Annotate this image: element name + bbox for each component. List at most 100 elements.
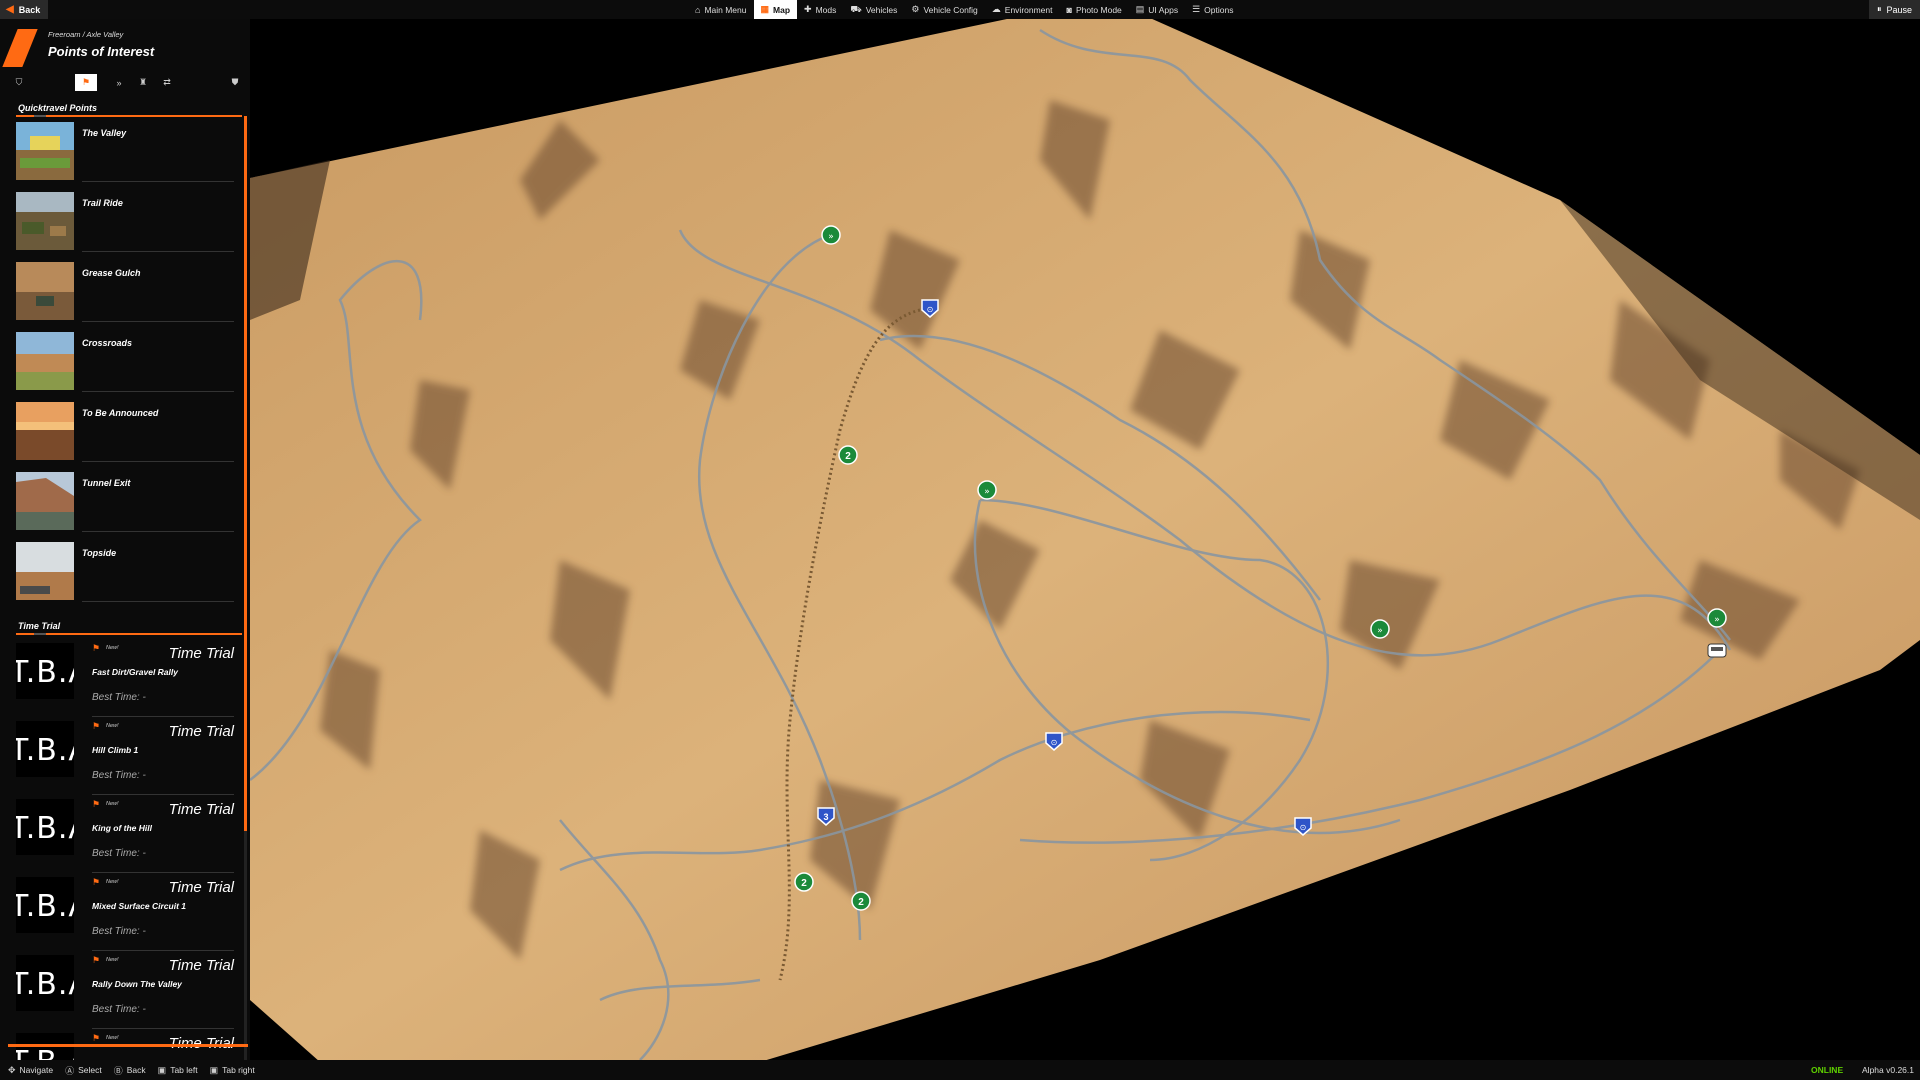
- tab-flag[interactable]: ⚑: [75, 74, 97, 91]
- menu-map[interactable]: ▦ Map: [753, 0, 798, 19]
- quicktravel-marker[interactable]: »: [821, 225, 841, 245]
- new-badge: New!: [106, 957, 119, 963]
- bumper-left-icon: ▣: [157, 1064, 167, 1075]
- quicktravel-item[interactable]: Tunnel Exit: [16, 472, 242, 538]
- event-name: Rally Down The Valley: [92, 979, 182, 989]
- menu-photo-mode[interactable]: ◙ Photo Mode: [1060, 0, 1129, 19]
- quicktravel-marker[interactable]: »: [1707, 608, 1727, 628]
- svg-text:3: 3: [823, 812, 828, 822]
- menu-ui-apps[interactable]: ▤ UI Apps: [1129, 0, 1185, 19]
- hint-select[interactable]: Ⓐ Select: [65, 1060, 102, 1080]
- arrow-left-icon: ◀: [6, 4, 14, 15]
- time-trial-item[interactable]: T.B.A ⚑ New! Time Trial Fast Dirt/Gravel…: [16, 639, 242, 717]
- quicktravel-thumbnail: [16, 542, 74, 600]
- item-divider: [82, 391, 234, 392]
- section-title-time-trial: Time Trial: [18, 621, 61, 631]
- apps-icon: ▤: [1135, 4, 1145, 14]
- svg-text:⊙: ⊙: [927, 305, 934, 314]
- pause-button[interactable]: ⏸ Pause: [1868, 0, 1920, 19]
- best-time: Best Time: -: [92, 770, 146, 781]
- tab-trophy[interactable]: ♜: [132, 74, 154, 91]
- item-divider: [82, 251, 234, 252]
- flag-icon: ⚑: [92, 799, 101, 809]
- poi-list[interactable]: Quicktravel Points The Valley Trail Ride…: [8, 97, 248, 1060]
- quicktravel-item[interactable]: Trail Ride: [16, 192, 242, 258]
- quicktravel-item[interactable]: Topside: [16, 542, 242, 608]
- svg-text:»: »: [1714, 615, 1720, 625]
- time-trial-item[interactable]: T.B.A ⚑ New! Time Trial Rally Down The V…: [16, 951, 242, 1029]
- menu-main-menu[interactable]: ⌂ Main Menu: [688, 0, 754, 19]
- section-divider: [16, 115, 242, 117]
- menu-label: Environment: [1004, 4, 1053, 15]
- new-badge: New!: [106, 645, 119, 651]
- hint-back[interactable]: Ⓑ Back: [114, 1060, 146, 1080]
- tab-shield[interactable]: ⛉: [8, 74, 30, 91]
- event-type: Time Trial: [168, 879, 234, 896]
- time-trial-item[interactable]: T.B.A ⚑ New! Time Trial King of the Hill…: [16, 795, 242, 873]
- section-title-quicktravel: Quicktravel Points: [18, 103, 98, 113]
- bumper-right-icon: ▣: [209, 1064, 219, 1075]
- map-icon: ▦: [760, 4, 770, 14]
- quicktravel-name: The Valley: [82, 128, 127, 138]
- quicktravel-item[interactable]: Crossroads: [16, 332, 242, 398]
- list-scrollbar-track[interactable]: [244, 831, 247, 1069]
- number-marker[interactable]: 2: [794, 872, 814, 892]
- time-trial-item[interactable]: T.B.A ⚑ New! Time Trial Hill Climb 1 Bes…: [16, 717, 242, 795]
- flag-icon: ⚑: [92, 955, 101, 965]
- thumbnail-text: T.B.A: [16, 811, 74, 846]
- shield-icon: ⛉: [15, 77, 23, 87]
- quicktravel-marker[interactable]: »: [1370, 619, 1390, 639]
- menu-label: Map: [773, 4, 791, 15]
- quicktravel-thumbnail: [16, 192, 74, 250]
- list-scrollbar-thumb[interactable]: [244, 116, 247, 831]
- quicktravel-item[interactable]: To Be Announced: [16, 402, 242, 468]
- dpad-icon: ✥: [8, 1064, 16, 1075]
- new-badge: New!: [106, 723, 119, 729]
- time-trial-item[interactable]: T.B.A ⚑ New! Time Trial Mixed Surface Ci…: [16, 873, 242, 951]
- online-status: ONLINE: [1811, 1065, 1844, 1075]
- hint-label: Tab left: [170, 1065, 198, 1075]
- svg-text:»: »: [1377, 626, 1383, 636]
- menu-label: Options: [1204, 4, 1234, 15]
- svg-text:2: 2: [845, 451, 851, 462]
- tab-route[interactable]: ⇄: [156, 74, 178, 91]
- tab-shield-badge[interactable]: ⛊: [224, 74, 246, 91]
- back-button[interactable]: ◀ Back: [0, 0, 49, 19]
- player-vehicle-icon[interactable]: [1707, 643, 1727, 658]
- event-type: Time Trial: [168, 801, 234, 818]
- breadcrumb: Freeroam / Axle Valley: [48, 30, 124, 39]
- menu-vehicle-config[interactable]: ⚙ Vehicle Config: [904, 0, 984, 19]
- flag-icon: ⚑: [81, 77, 91, 87]
- svg-text:⊙: ⊙: [1051, 738, 1058, 747]
- hint-tab-left[interactable]: ▣ Tab left: [158, 1060, 198, 1080]
- quicktravel-thumbnail: [16, 122, 74, 180]
- number-marker[interactable]: 2: [838, 445, 858, 465]
- flag-icon: ⚑: [92, 1033, 101, 1043]
- new-badge: New!: [106, 879, 119, 885]
- quicktravel-item[interactable]: Grease Gulch: [16, 262, 242, 328]
- item-divider: [82, 461, 234, 462]
- thumbnail-text: T.B.A: [16, 1045, 74, 1060]
- menu-mods[interactable]: ✚ Mods: [797, 0, 843, 19]
- event-type: Time Trial: [168, 723, 234, 740]
- number-marker[interactable]: 2: [851, 891, 871, 911]
- event-name: Mixed Surface Circuit 1: [92, 901, 187, 911]
- pause-icon: ⏸: [1876, 4, 1882, 14]
- quicktravel-thumbnail: [16, 262, 74, 320]
- menu-options[interactable]: ☰ Options: [1185, 0, 1240, 19]
- hint-navigate[interactable]: ✥ Navigate: [8, 1060, 53, 1080]
- hint-tab-right[interactable]: ▣ Tab right: [210, 1060, 255, 1080]
- best-time: Best Time: -: [92, 926, 146, 937]
- quicktravel-item[interactable]: The Valley: [16, 122, 242, 188]
- menu-environment[interactable]: ☁ Environment: [985, 0, 1060, 19]
- best-time: Best Time: -: [92, 848, 146, 859]
- menu-vehicles[interactable]: ⛟ Vehicles: [843, 0, 904, 19]
- control-hints: ✥ Navigate Ⓐ Select Ⓑ Back ▣ Tab left ▣ Tab r…: [8, 1060, 255, 1080]
- time-trial-thumbnail: T.B.A: [16, 643, 74, 699]
- quicktravel-thumbnail: [16, 402, 74, 460]
- tab-quicktravel[interactable]: »: [108, 74, 130, 91]
- svg-text:2: 2: [858, 897, 864, 908]
- terrain-map[interactable]: » » » » 2 2 2 3 ⊙ ⊙ ⊙: [0, 0, 1920, 1080]
- points-of-interest-panel: Freeroam / Axle Valley Points of Interes…: [0, 19, 250, 1069]
- quicktravel-marker[interactable]: »: [977, 480, 997, 500]
